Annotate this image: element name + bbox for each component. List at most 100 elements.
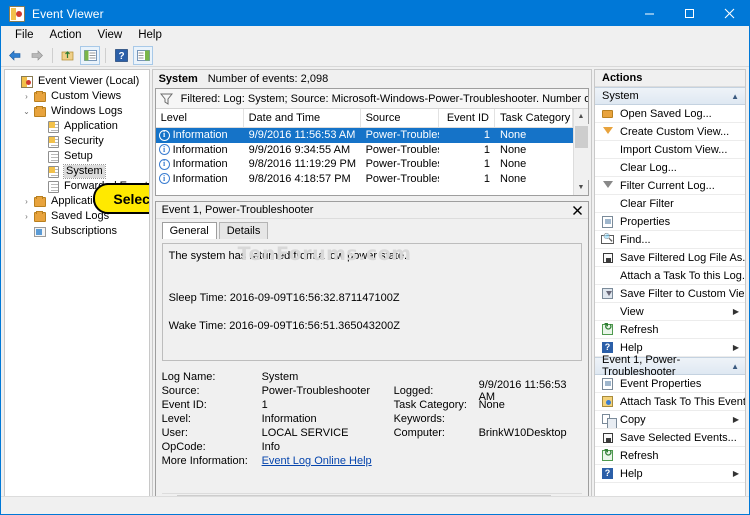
action-item-find[interactable]: Find... <box>595 231 745 249</box>
tree-twisty[interactable]: ⌄ <box>20 105 33 118</box>
refresh-icon <box>600 322 616 337</box>
column-header-event-id[interactable]: Event ID <box>439 109 495 127</box>
tree-item-windows-logs[interactable]: ⌄ Windows Logs <box>5 104 149 119</box>
tree-item-custom-views[interactable]: › Custom Views <box>5 89 149 104</box>
tree-item-application[interactable]: Application <box>5 119 149 134</box>
submenu-arrow-icon[interactable]: ▶ <box>733 343 745 352</box>
tree-twisty[interactable] <box>33 180 46 193</box>
minimize-button[interactable] <box>629 1 669 26</box>
console-tree-pane[interactable]: Event Viewer (Local) › Custom Views ⌄ Window… <box>4 69 150 514</box>
forward-icon[interactable] <box>27 46 47 65</box>
action-item-attach-a-task-to-this-log[interactable]: Attach a Task To this Log... <box>595 267 745 285</box>
cell-source: Power-Troubleshooter <box>365 158 439 171</box>
scroll-up-icon[interactable]: ▲ <box>574 109 589 124</box>
menu-file[interactable]: File <box>7 27 42 43</box>
column-header-date[interactable]: Date and Time <box>244 109 361 127</box>
filter-status-bar[interactable]: Filtered: Log: System; Source: Microsoft… <box>155 89 588 109</box>
tree-item-label: Application <box>64 120 118 132</box>
action-item-filter-current-log[interactable]: Filter Current Log... <box>595 177 745 195</box>
table-row[interactable]: i Information 9/9/2016 9:34:55 AM Power-Tro… <box>156 143 573 158</box>
cell-level: i Information <box>156 157 244 171</box>
tree-twisty[interactable] <box>33 120 46 133</box>
up-one-level-icon[interactable] <box>58 46 78 65</box>
tab-details[interactable]: Details <box>218 222 269 239</box>
cell-event-id: 1 <box>483 172 490 185</box>
tree-item-subscriptions[interactable]: Subscriptions <box>5 224 149 239</box>
saved-logs-folder-icon <box>33 210 48 224</box>
back-icon[interactable] <box>5 46 25 65</box>
column-header-level[interactable]: Level <box>156 109 244 127</box>
close-button[interactable] <box>709 1 749 26</box>
action-item-save-selected-events[interactable]: Save Selected Events... <box>595 429 745 447</box>
action-item-clear-log[interactable]: Clear Log... <box>595 159 745 177</box>
event-viewer-root-icon <box>20 75 35 89</box>
menu-help[interactable]: Help <box>130 27 170 43</box>
column-header-source[interactable]: Source <box>361 109 439 127</box>
filter-current-log-icon <box>600 179 616 193</box>
details-body: TenForums.com The system has returned fr… <box>155 238 588 510</box>
event-metadata-grid: Log Name: System Source: Power-Troublesh… <box>162 370 582 493</box>
event-list-box: Filtered: Log: System; Source: Microsoft… <box>154 88 589 196</box>
action-item-refresh[interactable]: Refresh <box>595 321 745 339</box>
help-icon[interactable]: ? <box>111 46 131 65</box>
event-message-box[interactable]: The system has returned from a low power… <box>161 243 582 361</box>
action-item-save-filtered-log-file-as[interactable]: Save Filtered Log File As... <box>595 249 745 267</box>
no-icon <box>600 161 616 175</box>
action-item-save-filter-to-custom-vie[interactable]: Save Filter to Custom Vie... <box>595 285 745 303</box>
action-item-refresh[interactable]: Refresh <box>595 447 745 465</box>
action-item-label: Help <box>620 467 643 480</box>
toolbar: ? <box>1 45 749 67</box>
action-item-properties[interactable]: Properties <box>595 213 745 231</box>
event-list-scrollbar[interactable]: ▲ ▼ <box>573 109 589 195</box>
tree-twisty[interactable] <box>7 75 20 88</box>
table-row[interactable]: i Information 9/9/2016 11:56:53 AM Power-Tr… <box>155 128 573 143</box>
scroll-track[interactable] <box>573 124 589 180</box>
submenu-arrow-icon[interactable]: ▶ <box>733 415 745 424</box>
cell-source: Power-Troubleshooter <box>365 172 439 185</box>
submenu-arrow-icon[interactable]: ▶ <box>733 307 745 316</box>
details-close-icon[interactable] <box>570 203 584 217</box>
submenu-arrow-icon[interactable]: ▶ <box>733 469 745 478</box>
show-hide-action-pane-icon[interactable] <box>133 46 153 65</box>
action-item-help[interactable]: ? Help ▶ <box>595 465 745 483</box>
tree-twisty[interactable] <box>33 165 46 178</box>
action-item-clear-filter[interactable]: Clear Filter <box>595 195 745 213</box>
tree-item-event-viewer-local[interactable]: Event Viewer (Local) <box>5 74 149 89</box>
action-item-copy[interactable]: Copy ▶ <box>595 411 745 429</box>
action-item-view[interactable]: View ▶ <box>595 303 745 321</box>
maximize-button[interactable] <box>669 1 709 26</box>
actions-group-header[interactable]: Event 1, Power-Troubleshooter ▲ <box>595 354 745 378</box>
action-item-create-custom-view[interactable]: Create Custom View... <box>595 123 745 141</box>
tree-twisty[interactable] <box>33 150 46 163</box>
event-log-online-help-link[interactable]: Event Log Online Help <box>262 455 372 467</box>
scroll-thumb[interactable] <box>574 126 588 148</box>
action-item-import-custom-view[interactable]: Import Custom View... <box>595 141 745 159</box>
cell-date: 9/9/2016 11:56:53 AM <box>248 129 356 142</box>
table-row[interactable]: i Information 9/8/2016 11:19:29 PM Power-Tr… <box>156 157 573 172</box>
table-row[interactable]: i Information 9/8/2016 4:18:57 PM Power-Tro… <box>156 172 573 187</box>
tree-item-security[interactable]: Security <box>5 134 149 149</box>
tree-twisty[interactable]: › <box>20 195 33 208</box>
meta-row-level: Level: Information Keywords: <box>162 412 582 426</box>
menu-action[interactable]: Action <box>42 27 90 43</box>
column-header-task-category[interactable]: Task Category <box>495 109 573 127</box>
tree-twisty[interactable]: › <box>20 210 33 223</box>
tree-twisty[interactable] <box>20 225 33 238</box>
collapse-chevron-icon[interactable]: ▲ <box>731 362 739 371</box>
filter-description: Filtered: Log: System; Source: Microsoft… <box>180 92 588 105</box>
collapse-chevron-icon[interactable]: ▲ <box>731 92 739 101</box>
action-item-open-saved-log[interactable]: Open Saved Log... <box>595 105 745 123</box>
tree-item-system[interactable]: System <box>5 164 149 179</box>
actions-group-header[interactable]: System ▲ <box>595 87 745 105</box>
information-icon: i <box>158 129 170 141</box>
tree-item-setup[interactable]: Setup <box>5 149 149 164</box>
cell-level: i Information <box>156 128 244 142</box>
tree-twisty[interactable] <box>33 135 46 148</box>
tab-general[interactable]: General <box>161 222 217 239</box>
app-services-logs-folder-icon <box>33 195 48 209</box>
scroll-down-icon[interactable]: ▼ <box>574 180 589 195</box>
menu-view[interactable]: View <box>90 27 131 43</box>
show-hide-console-tree-icon[interactable] <box>80 46 100 65</box>
tree-twisty[interactable]: › <box>20 90 33 103</box>
action-item-attach-task-to-this-event[interactable]: Attach Task To This Event... <box>595 393 745 411</box>
